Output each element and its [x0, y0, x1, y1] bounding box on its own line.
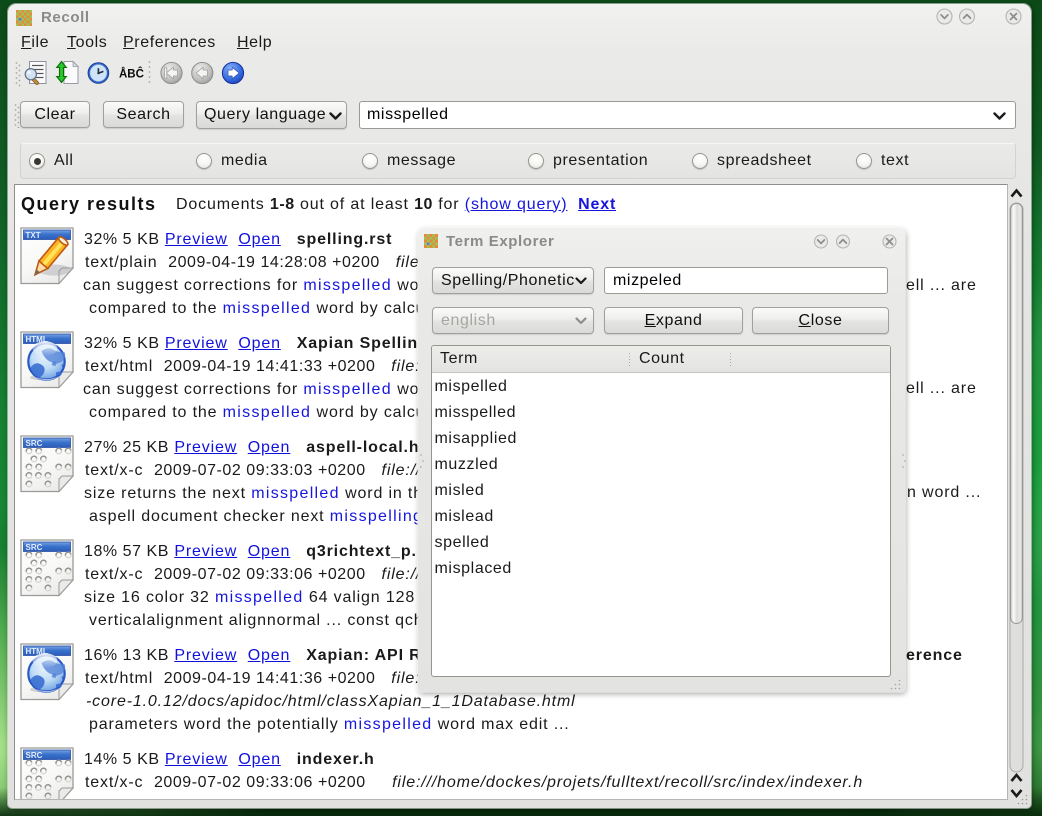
svg-text:TXT: TXT	[26, 231, 41, 240]
svg-text:ÅBĈ: ÅBĈ	[119, 68, 144, 81]
svg-text:SRC: SRC	[26, 543, 43, 552]
svg-text:SRC: SRC	[26, 751, 43, 760]
svg-text:SRC: SRC	[26, 439, 43, 448]
